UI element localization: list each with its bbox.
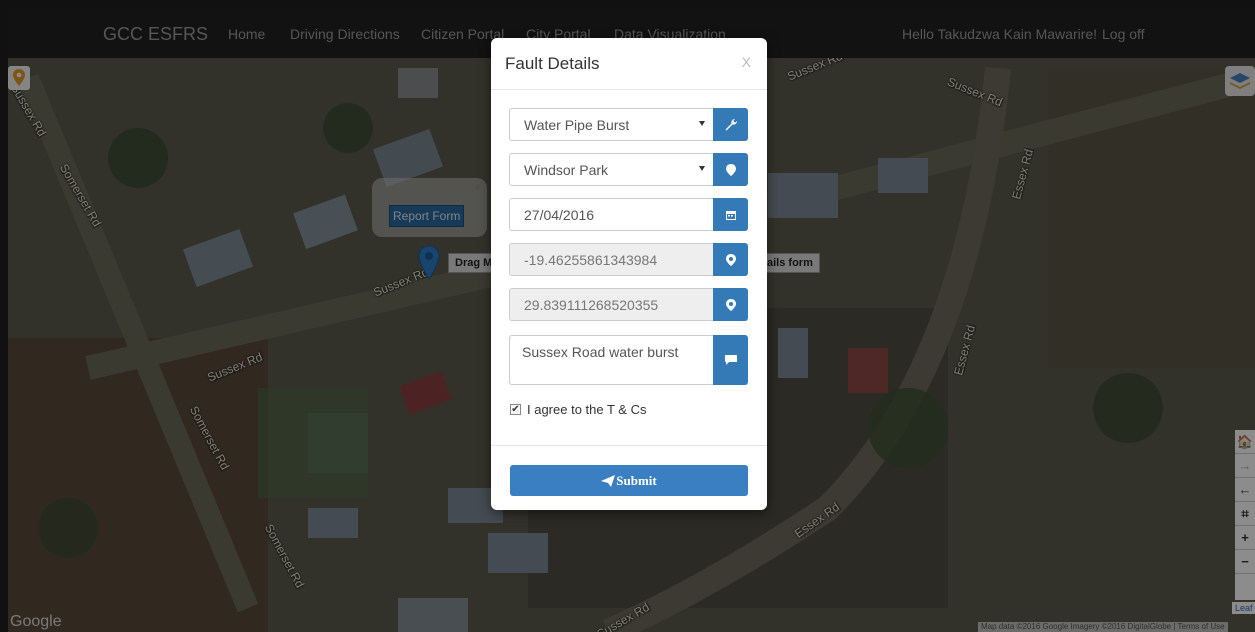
map-marker-icon xyxy=(713,243,748,276)
modal-footer-divider xyxy=(491,445,767,446)
fault-details-modal: Fault Details X Water Pipe Burst Windsor… xyxy=(491,38,767,510)
modal-header: Fault Details X xyxy=(491,38,767,90)
wrench-icon xyxy=(713,108,748,141)
terms-agreement: ✔ I agree to the T & Cs xyxy=(510,402,646,417)
map-marker-icon xyxy=(713,153,748,186)
modal-close-button[interactable]: X xyxy=(742,54,751,70)
fault-type-select[interactable]: Water Pipe Burst xyxy=(509,108,713,141)
chevron-down-icon xyxy=(699,121,705,126)
comment-icon xyxy=(713,335,748,385)
latitude-group: -19.46255861343984 xyxy=(509,243,748,276)
suburb-select[interactable]: Windsor Park xyxy=(509,153,713,186)
suburb-group: Windsor Park xyxy=(509,153,748,186)
send-icon xyxy=(601,474,616,487)
longitude-group: 29.839111268520355 xyxy=(509,288,748,321)
chevron-down-icon xyxy=(699,166,705,171)
date-group: 27/04/2016 xyxy=(509,198,748,231)
fault-type-group: Water Pipe Burst xyxy=(509,108,748,141)
terms-checkbox[interactable]: ✔ xyxy=(510,404,521,415)
longitude-input[interactable]: 29.839111268520355 xyxy=(509,288,713,321)
modal-title: Fault Details xyxy=(505,54,600,73)
calendar-icon[interactable] xyxy=(713,198,748,231)
description-textarea[interactable]: Sussex Road water burst xyxy=(509,335,713,385)
submit-button[interactable]: Submit xyxy=(510,465,748,496)
terms-label: I agree to the T & Cs xyxy=(527,402,647,417)
map-marker-icon xyxy=(713,288,748,321)
date-input[interactable]: 27/04/2016 xyxy=(509,198,713,231)
latitude-input[interactable]: -19.46255861343984 xyxy=(509,243,713,276)
submit-label: Submit xyxy=(616,472,657,488)
description-group: Sussex Road water burst xyxy=(509,335,748,385)
